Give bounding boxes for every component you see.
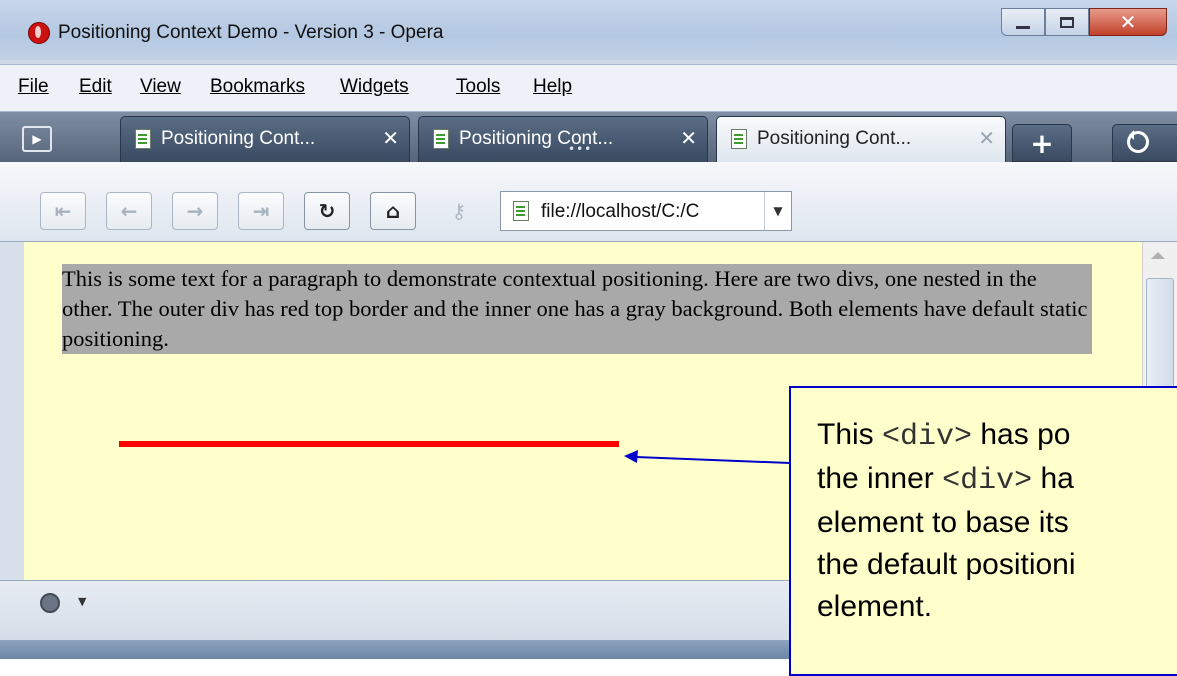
callout-line-1: This <div> has po	[817, 414, 1177, 458]
forward-button[interactable]: →	[172, 192, 218, 230]
chevron-down-icon[interactable]: ▼	[78, 595, 86, 608]
address-input[interactable]: file://localhost/C:/C	[541, 201, 699, 223]
menu-file[interactable]: File	[18, 76, 49, 98]
home-icon: ⌂	[385, 199, 401, 223]
menu-file-label: File	[18, 76, 49, 97]
forward-arrow-icon: →	[186, 199, 204, 223]
page-icon	[433, 129, 449, 149]
callout-line-4: the default positioni	[817, 548, 1076, 581]
tab-close-icon[interactable]: ✕	[680, 126, 697, 150]
callout-line-3: element to base its	[817, 506, 1069, 539]
speed-dial-icon[interactable]	[40, 593, 60, 613]
reload-button[interactable]: ↻	[304, 192, 350, 230]
menu-bookmarks[interactable]: Bookmarks	[210, 76, 305, 98]
callout-text-segment: has po	[972, 418, 1071, 451]
key-icon: ⚷	[451, 199, 467, 223]
chevron-down-icon: ▼	[773, 204, 783, 218]
scroll-up-arrow-icon[interactable]	[1151, 252, 1165, 259]
callout-text-segment: ha	[1032, 462, 1074, 495]
menu-tools[interactable]: Tools	[456, 76, 500, 98]
menu-view-label: View	[140, 76, 181, 97]
panel-toggle-button[interactable]: ▶	[22, 126, 52, 152]
rewind-button[interactable]: ⇤	[40, 192, 86, 230]
callout-line-5: element.	[817, 590, 933, 623]
tab-label: Positioning Cont...	[161, 128, 316, 149]
panel-toggle-icon: ▶	[32, 132, 42, 146]
tab-close-icon[interactable]: ✕	[382, 126, 399, 150]
reload-icon: ↻	[318, 199, 336, 223]
callout-line-2: the inner <div> ha	[817, 458, 1177, 502]
maximize-icon	[1060, 16, 1074, 28]
close-window-button[interactable]: ✕	[1089, 8, 1167, 36]
navigation-toolbar: ⇤ ← → ⇥ ↻ ⌂ ⚷ file://localhost/C:/C ▼	[0, 162, 1177, 242]
back-button[interactable]: ←	[106, 192, 152, 230]
home-button[interactable]: ⌂	[370, 192, 416, 230]
minimize-icon	[1016, 25, 1030, 29]
tab-label: Positioning Cont...	[757, 128, 912, 149]
page-icon	[731, 129, 747, 149]
callout-text: This <div> has po the inner <div> ha ele…	[817, 414, 1177, 628]
opera-logo-icon	[28, 22, 50, 44]
menu-help[interactable]: Help	[533, 76, 572, 98]
callout-code-div: <div>	[942, 464, 1033, 498]
fast-forward-icon: ⇥	[252, 199, 270, 223]
tab-close-icon[interactable]: ✕	[978, 126, 995, 150]
menu-widgets-label: Widgets	[340, 76, 409, 97]
wand-button[interactable]: ⚷	[436, 192, 482, 230]
back-arrow-icon: ←	[120, 199, 138, 223]
close-icon: ✕	[1119, 10, 1137, 34]
fast-forward-button[interactable]: ⇥	[238, 192, 284, 230]
address-dropdown[interactable]: ▼	[764, 192, 791, 230]
closed-tabs-button[interactable]	[1112, 124, 1177, 162]
page-icon	[135, 129, 151, 149]
callout-text-segment: the inner	[817, 462, 943, 495]
undo-history-icon	[1127, 130, 1149, 153]
menu-bookmarks-label: Bookmarks	[210, 76, 306, 97]
plus-icon: +	[1030, 126, 1054, 160]
menu-view[interactable]: View	[140, 76, 181, 98]
tab-1[interactable]: Positioning Cont... ✕	[120, 116, 410, 162]
window-controls: ✕	[1001, 8, 1167, 36]
tab-2[interactable]: Positioning Cont... ✕	[418, 116, 708, 162]
title-bar: Positioning Context Demo - Version 3 - O…	[0, 0, 1177, 60]
tab-drag-handle[interactable]: •••	[568, 142, 592, 156]
menu-edit[interactable]: Edit	[79, 76, 112, 98]
outer-div-top-border	[119, 441, 619, 447]
viewport-frame	[0, 242, 24, 580]
rewind-icon: ⇤	[54, 199, 72, 223]
menu-bar: File Edit View Bookmarks Widgets Tools H…	[0, 64, 1177, 112]
new-tab-button[interactable]: +	[1012, 124, 1072, 162]
page-icon	[513, 201, 529, 221]
minimize-button[interactable]	[1001, 8, 1045, 36]
menu-edit-label: Edit	[79, 76, 112, 97]
address-bar[interactable]: file://localhost/C:/C ▼	[500, 191, 792, 231]
menu-help-label: Help	[533, 76, 573, 97]
menu-tools-label: Tools	[456, 76, 501, 97]
annotation-callout: This <div> has po the inner <div> ha ele…	[789, 386, 1177, 676]
maximize-button[interactable]	[1045, 8, 1089, 36]
demo-paragraph: This is some text for a paragraph to dem…	[62, 264, 1092, 354]
window-title: Positioning Context Demo - Version 3 - O…	[58, 22, 444, 43]
tab-3-active[interactable]: Positioning Cont... ✕	[716, 116, 1006, 162]
callout-text-segment: This	[817, 418, 883, 451]
tab-bar: ▶ Positioning Cont... ✕ Positioning Cont…	[0, 112, 1177, 162]
callout-code-div: <div>	[882, 420, 973, 454]
menu-widgets[interactable]: Widgets	[340, 76, 409, 98]
